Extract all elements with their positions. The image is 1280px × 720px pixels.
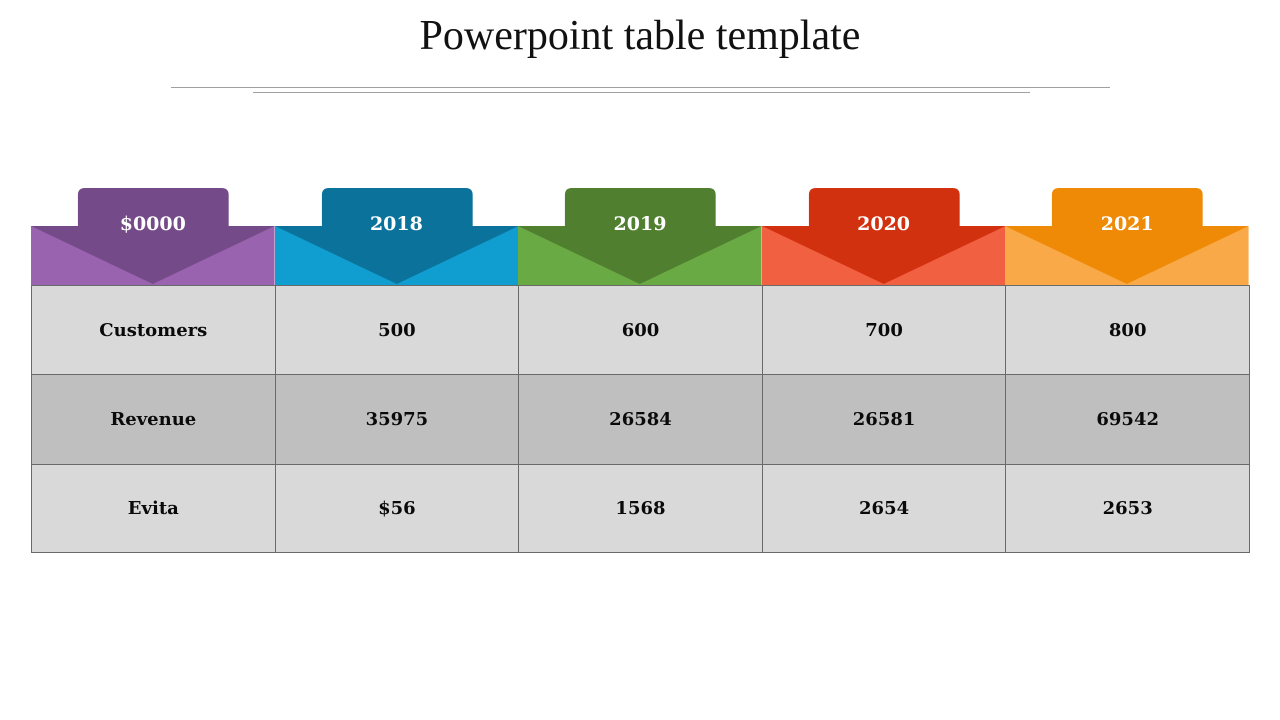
column-header: $0000 xyxy=(31,187,275,286)
table-cell: 26581 xyxy=(761,374,1007,465)
table-cell: 1568 xyxy=(518,464,763,553)
column-header-label: 2018 xyxy=(369,213,423,235)
column-header-label: 2019 xyxy=(613,213,667,235)
row-label: Customers xyxy=(31,285,276,375)
table-cell: 700 xyxy=(761,285,1007,375)
data-table: Customers 500 600 700 800 Revenue 35975 … xyxy=(31,285,1250,553)
table-cell: 2653 xyxy=(1005,464,1250,553)
column-header: 2018 xyxy=(274,187,519,286)
title-divider-top xyxy=(171,87,1110,88)
table-cell: $56 xyxy=(274,464,520,553)
column-header: 2021 xyxy=(1005,187,1249,286)
row-label: Revenue xyxy=(31,374,276,465)
row-label: Evita xyxy=(31,464,276,553)
title-divider-bottom xyxy=(253,92,1030,93)
table-cell: 600 xyxy=(518,285,763,375)
table-row: Customers 500 600 700 800 xyxy=(31,285,1250,375)
table-row: Revenue 35975 26584 26581 69542 xyxy=(31,374,1250,465)
arrow-tab-shape xyxy=(274,188,519,286)
table-cell: 800 xyxy=(1005,285,1250,375)
column-header-label: $0000 xyxy=(119,213,186,235)
column-header-label: 2020 xyxy=(857,213,911,235)
column-header: 2020 xyxy=(761,187,1006,286)
table-cell: 26584 xyxy=(518,374,763,465)
arrow-tab-shape xyxy=(518,188,762,286)
slide-title: Powerpoint table template xyxy=(419,13,861,59)
column-header-label: 2021 xyxy=(1100,213,1154,235)
arrow-tab-shape xyxy=(761,188,1006,286)
arrow-tab-shape xyxy=(31,188,275,286)
column-headers: $0000 2018 2019 2020 2021 xyxy=(31,187,1249,286)
table-cell: 500 xyxy=(274,285,520,375)
table-cell: 2654 xyxy=(761,464,1007,553)
table-cell: 35975 xyxy=(274,374,520,465)
column-header: 2019 xyxy=(518,187,762,286)
table-cell: 69542 xyxy=(1005,374,1250,465)
arrow-tab-shape xyxy=(1005,188,1249,286)
table-row: Evita $56 1568 2654 2653 xyxy=(31,464,1250,553)
